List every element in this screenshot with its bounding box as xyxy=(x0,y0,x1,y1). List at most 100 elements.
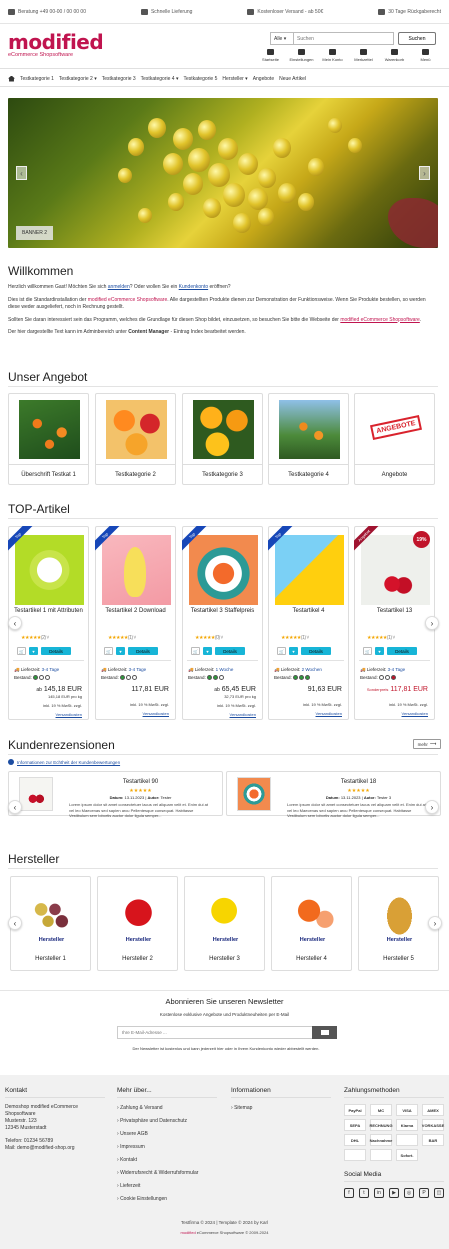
product-name[interactable]: Testartikel 13 xyxy=(357,607,432,616)
nav-item[interactable]: Hersteller ▾ xyxy=(222,76,247,82)
product-name[interactable]: Testartikel 1 mit Attributen xyxy=(11,607,86,616)
top-next-button[interactable]: › xyxy=(425,616,439,630)
reviews-prev-button[interactable]: ‹ xyxy=(8,800,22,814)
lieferzeit-link[interactable]: 3-4 Tage xyxy=(42,667,59,672)
nav-item[interactable]: Testkategorie 3 xyxy=(102,76,136,82)
lieferzeit-link[interactable]: 1 Woche xyxy=(216,667,234,672)
product-name[interactable]: Testartikel 3 Staffelpreis xyxy=(185,607,260,616)
top-prev-button[interactable]: ‹ xyxy=(8,616,22,630)
chevron-down-icon[interactable]: ˅ xyxy=(46,635,49,641)
home-icon[interactable] xyxy=(8,75,15,82)
social-icon[interactable]: f xyxy=(344,1188,354,1198)
shipping-costs-link[interactable]: Versandkosten xyxy=(214,711,256,719)
details-button[interactable]: Details xyxy=(387,647,417,655)
add-to-cart-button[interactable]: 🛒 xyxy=(17,647,26,655)
add-to-cart-button[interactable]: 🛒 xyxy=(363,647,372,655)
shipping-costs-link[interactable]: Versandkosten xyxy=(36,711,82,719)
manufacturer-card[interactable]: Hersteller Hersteller 3 xyxy=(184,876,265,971)
nav-item[interactable]: Testkategorie 5 xyxy=(183,76,217,82)
category-card[interactable]: Testkategorie 3 xyxy=(182,393,263,485)
category-card[interactable]: Testkategorie 2 xyxy=(95,393,176,485)
footer-link[interactable]: › Impressum xyxy=(117,1141,217,1154)
wishlist-button[interactable]: ♥ xyxy=(116,647,125,655)
newsletter-submit-button[interactable] xyxy=(312,1026,337,1039)
header-nav-home[interactable]: Startseite xyxy=(255,49,286,62)
chevron-down-icon[interactable]: ˅ xyxy=(220,635,223,641)
footer-link[interactable]: › Sitemap xyxy=(231,1102,331,1115)
lieferzeit-link[interactable]: 3-4 Tage xyxy=(388,667,405,672)
add-to-cart-button[interactable]: 🛒 xyxy=(191,647,200,655)
details-button[interactable]: Details xyxy=(128,647,158,655)
search-button[interactable]: Suchen xyxy=(398,32,436,45)
header-nav-cart[interactable]: Warenkorb xyxy=(379,49,410,62)
search-input[interactable] xyxy=(294,32,394,45)
chevron-down-icon[interactable]: ˅ xyxy=(392,635,395,641)
social-icon[interactable]: ◫ xyxy=(434,1188,444,1198)
banner-prev-button[interactable]: ‹ xyxy=(16,166,27,180)
newsletter-email-input[interactable] xyxy=(117,1026,313,1039)
reviews-info-link[interactable]: Informationen zur Echtheit der Kundenbew… xyxy=(8,759,120,765)
product-name[interactable]: Testartikel 2 Download xyxy=(98,607,173,616)
category-card[interactable]: Überschrift Testkat 1 xyxy=(8,393,89,485)
manufacturer-card[interactable]: Hersteller Hersteller 1 xyxy=(10,876,91,971)
manufacturer-card[interactable]: Hersteller Hersteller 4 xyxy=(271,876,352,971)
footer-link[interactable]: › Unsere AGB xyxy=(117,1128,217,1141)
footer-link[interactable]: › Kontakt xyxy=(117,1154,217,1167)
product-card[interactable]: Top Testartikel 4 ★★★★★(1) ˅ 🛒 ♥ Details 🚚 Lie… xyxy=(268,526,349,720)
product-card[interactable]: Angebot 19% Testartikel 13 ★★★★★(1) ˅ 🛒 ♥ Deta… xyxy=(354,526,435,720)
wishlist-button[interactable]: ♥ xyxy=(29,647,38,655)
modified-website-link[interactable]: modified eCommerce Shopsoftware xyxy=(340,317,419,323)
banner-next-button[interactable]: › xyxy=(419,166,430,180)
footer-link[interactable]: › Lieferzeit xyxy=(117,1180,217,1193)
details-button[interactable]: Details xyxy=(215,647,245,655)
review-product-name[interactable]: Testartikel 90 xyxy=(69,779,212,785)
category-card[interactable]: Testkategorie 4 xyxy=(268,393,349,485)
shipping-costs-link[interactable]: Versandkosten xyxy=(367,710,428,718)
details-button[interactable]: Details xyxy=(301,647,331,655)
reviews-next-button[interactable]: › xyxy=(425,800,439,814)
category-card[interactable]: ANGEBOTE Angebote xyxy=(354,393,435,485)
social-icon[interactable]: in xyxy=(374,1188,384,1198)
header-nav-heart[interactable]: Merkzettel xyxy=(348,49,379,62)
footer-link[interactable]: › Widerrufsrecht & Widerrufsformular xyxy=(117,1167,217,1180)
footer-link[interactable]: › Zahlung & Versand xyxy=(117,1102,217,1115)
lieferzeit-link[interactable]: 2 Wochen xyxy=(302,667,322,672)
review-card[interactable]: Testartikel 18 ★★★★★ Datum: 13.11.2023 | A… xyxy=(226,771,441,818)
nav-item[interactable]: Testkategorie 4 ▾ xyxy=(141,76,179,82)
chevron-down-icon[interactable]: ˅ xyxy=(306,635,309,641)
banner-slider[interactable]: ‹ › BANNER 2 xyxy=(8,98,438,248)
details-button[interactable]: Details xyxy=(41,647,71,655)
wishlist-button[interactable]: ♥ xyxy=(375,647,384,655)
manufacturer-card[interactable]: Hersteller Hersteller 5 xyxy=(358,876,439,971)
reviews-more-button[interactable]: mehr ⟶ xyxy=(413,739,441,749)
review-product-name[interactable]: Testartikel 18 xyxy=(287,779,430,785)
product-card[interactable]: Top Testartikel 2 Download ★★★★★(1) ˅ 🛒 ♥ Det… xyxy=(95,526,176,720)
nav-item[interactable]: Testkategorie 2 ▾ xyxy=(59,76,97,82)
shipping-costs-link[interactable]: Versandkosten xyxy=(130,710,169,718)
social-icon[interactable]: t xyxy=(359,1188,369,1198)
nav-item[interactable]: Angebote xyxy=(253,76,274,82)
manufacturers-prev-button[interactable]: ‹ xyxy=(8,916,22,930)
nav-item[interactable]: Neue Artikel xyxy=(279,76,306,82)
chevron-down-icon[interactable]: ˅ xyxy=(133,635,136,641)
wishlist-button[interactable]: ♥ xyxy=(203,647,212,655)
add-to-cart-button[interactable]: 🛒 xyxy=(277,647,286,655)
social-icon[interactable]: ◎ xyxy=(404,1188,414,1198)
social-icon[interactable]: ▶ xyxy=(389,1188,399,1198)
header-nav-menu[interactable]: Menü xyxy=(410,49,441,62)
social-icon[interactable]: P xyxy=(419,1188,429,1198)
register-link[interactable]: Kundenkonto xyxy=(179,284,208,290)
product-name[interactable]: Testartikel 4 xyxy=(271,607,346,616)
login-link[interactable]: anmelden xyxy=(108,284,130,290)
footer-link[interactable]: › Cookie Einstellungen xyxy=(117,1193,217,1206)
lieferzeit-link[interactable]: 3-4 Tage xyxy=(129,667,146,672)
header-nav-user[interactable]: Mein Konto xyxy=(317,49,348,62)
search-category-select[interactable]: Alle ▾ xyxy=(270,32,294,45)
manufacturers-next-button[interactable]: › xyxy=(428,916,442,930)
wishlist-button[interactable]: ♥ xyxy=(289,647,298,655)
logo[interactable]: modified xyxy=(8,30,104,54)
review-card[interactable]: Testartikel 90 ★★★★★ Datum: 13.11.2023 | A… xyxy=(8,771,223,818)
product-card[interactable]: Top Testartikel 3 Staffelpreis ★★★★★(0) ˅ 🛒… xyxy=(182,526,263,720)
header-nav-gear[interactable]: Einstellungen xyxy=(286,49,317,62)
shipping-costs-link[interactable]: Versandkosten xyxy=(303,710,342,718)
